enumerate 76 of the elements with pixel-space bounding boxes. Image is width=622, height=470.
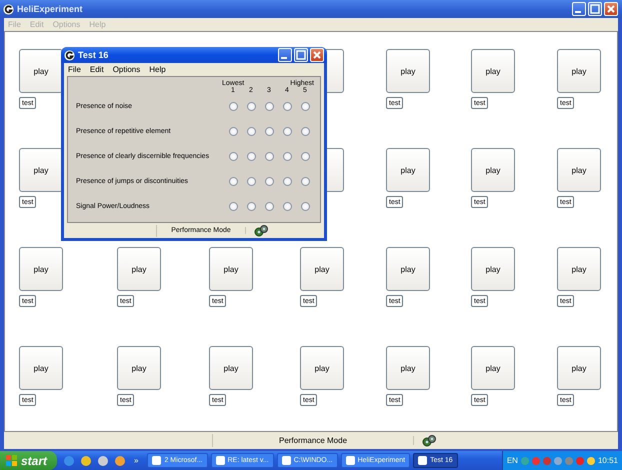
play-button[interactable]: play bbox=[471, 49, 515, 93]
radio-button[interactable] bbox=[300, 127, 310, 136]
play-button[interactable]: play bbox=[117, 247, 161, 291]
menu-item[interactable]: Help bbox=[149, 65, 166, 74]
app-icon[interactable] bbox=[81, 456, 92, 466]
app-logo-icon bbox=[64, 50, 75, 61]
play-button[interactable]: play bbox=[557, 247, 601, 291]
radio-button[interactable] bbox=[264, 202, 274, 212]
radio-button[interactable] bbox=[228, 102, 238, 112]
maximize-icon bbox=[295, 49, 307, 62]
radio-button[interactable] bbox=[300, 177, 310, 186]
radio-button[interactable] bbox=[228, 152, 238, 162]
close-icon bbox=[605, 3, 617, 15]
play-button[interactable]: play bbox=[19, 247, 63, 291]
minimize-icon bbox=[575, 11, 581, 13]
play-button[interactable]: play bbox=[19, 49, 63, 93]
play-button[interactable]: play bbox=[386, 247, 430, 291]
play-button[interactable]: play bbox=[386, 148, 430, 192]
menu-item[interactable]: File bbox=[68, 65, 81, 74]
minimize-button[interactable] bbox=[278, 48, 292, 62]
language-indicator[interactable]: EN bbox=[506, 456, 518, 465]
close-icon bbox=[311, 49, 323, 62]
play-button[interactable]: play bbox=[19, 148, 63, 192]
radio-button[interactable] bbox=[228, 202, 238, 212]
radio-button[interactable] bbox=[282, 127, 292, 136]
window-title: Test 16 bbox=[78, 50, 110, 60]
play-button[interactable]: play bbox=[209, 346, 253, 390]
radio-button[interactable] bbox=[264, 127, 274, 136]
play-button[interactable]: play bbox=[386, 49, 430, 93]
play-button[interactable]: play bbox=[300, 346, 344, 390]
radio-button[interactable] bbox=[300, 152, 310, 162]
close-button[interactable] bbox=[604, 2, 618, 16]
app-logo-icon bbox=[3, 4, 14, 14]
radio-button[interactable] bbox=[282, 102, 292, 112]
play-button[interactable]: play bbox=[117, 346, 161, 390]
window-title: HeliExperiment bbox=[17, 4, 84, 14]
radio-button[interactable] bbox=[228, 127, 238, 136]
maximize-button[interactable] bbox=[294, 48, 308, 62]
more-button[interactable]: » bbox=[134, 456, 138, 465]
app-icon[interactable] bbox=[98, 456, 108, 466]
radio-button[interactable] bbox=[228, 177, 238, 186]
minimize-button[interactable] bbox=[572, 2, 586, 16]
radio-button[interactable] bbox=[246, 102, 256, 112]
windows-flag-icon bbox=[6, 454, 18, 466]
radio-button[interactable] bbox=[282, 152, 292, 162]
radio-button[interactable] bbox=[300, 202, 310, 212]
radio-button[interactable] bbox=[282, 202, 292, 212]
minimize-icon bbox=[281, 57, 287, 60]
menu-item[interactable]: Edit bbox=[90, 65, 104, 74]
play-button[interactable]: play bbox=[471, 148, 515, 192]
gears-icon bbox=[422, 434, 436, 446]
play-button[interactable]: play bbox=[557, 346, 601, 390]
radio-button[interactable] bbox=[246, 152, 256, 162]
radio-button[interactable] bbox=[246, 202, 256, 212]
play-button[interactable]: play bbox=[300, 247, 344, 291]
play-button[interactable]: play bbox=[386, 346, 430, 390]
play-button[interactable]: play bbox=[557, 148, 601, 192]
radio-button[interactable] bbox=[246, 127, 256, 136]
close-button[interactable] bbox=[310, 48, 324, 62]
maximize-button[interactable] bbox=[588, 2, 602, 16]
maximize-icon bbox=[589, 3, 601, 15]
play-button[interactable]: play bbox=[471, 247, 515, 291]
play-button[interactable]: play bbox=[471, 346, 515, 390]
radio-button[interactable] bbox=[264, 152, 274, 162]
radio-button[interactable] bbox=[264, 102, 274, 112]
radio-button[interactable] bbox=[282, 177, 292, 186]
play-button[interactable]: play bbox=[19, 346, 63, 390]
radio-button[interactable] bbox=[246, 177, 256, 186]
radio-button[interactable] bbox=[264, 177, 274, 186]
clock: 10:51 bbox=[598, 456, 618, 465]
play-button[interactable]: play bbox=[209, 247, 253, 291]
radio-button[interactable] bbox=[300, 102, 310, 112]
gears-icon bbox=[254, 224, 268, 237]
play-button[interactable]: play bbox=[557, 49, 601, 93]
menu-item[interactable]: Options bbox=[112, 65, 140, 74]
status-text: Performance Mode bbox=[213, 436, 414, 445]
